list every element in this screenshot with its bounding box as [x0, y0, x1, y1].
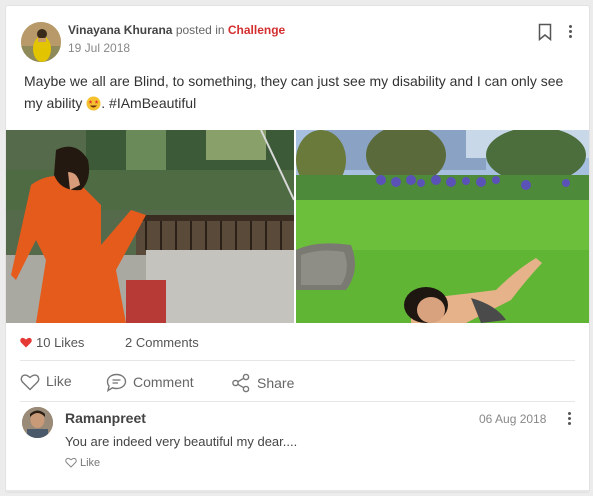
likes-label: 10 Likes: [36, 335, 85, 350]
star-struck-emoji-icon: [86, 95, 101, 111]
comment-button[interactable]: Comment: [106, 373, 194, 392]
comment-icon: [106, 373, 127, 392]
bookmark-icon[interactable]: [538, 23, 552, 42]
comment-label: Comment: [133, 374, 194, 390]
post-actions: Like Comment Share: [6, 364, 589, 402]
comment-like-button[interactable]: Like: [65, 457, 100, 469]
post-header: Vinayana Khurana posted in Challenge 19 …: [6, 6, 589, 68]
posted-in-label: posted in: [175, 23, 225, 37]
share-label: Share: [257, 375, 295, 391]
post-hashtag[interactable]: . #IAmBeautiful: [101, 95, 196, 111]
post-photo-left[interactable]: [6, 130, 294, 323]
share-icon: [232, 373, 250, 393]
channel-link[interactable]: Challenge: [228, 23, 285, 37]
share-button[interactable]: Share: [231, 373, 294, 393]
post-stats: 10 Likes 2 Comments: [6, 323, 589, 361]
commenter-name[interactable]: Ramanpreet: [65, 410, 146, 426]
post-text: Maybe we all are Blind, to something, th…: [24, 70, 579, 114]
like-label: Like: [46, 373, 72, 389]
post-date: 19 Jul 2018: [68, 41, 131, 55]
comment-date: 06 Aug 2018: [479, 412, 547, 426]
author-line: Vinayana Khurana posted in Challenge: [68, 23, 285, 37]
comments-count[interactable]: 2 Comments: [125, 335, 199, 350]
comment-item: Ramanpreet 06 Aug 2018 You are indeed ve…: [6, 402, 589, 482]
author-avatar[interactable]: [21, 22, 61, 62]
card-bottom-border: [6, 490, 589, 492]
comment-text: You are indeed very beautiful my dear...…: [65, 434, 298, 449]
more-vertical-icon[interactable]: [566, 23, 574, 43]
likes-count[interactable]: 10 Likes: [20, 335, 84, 350]
author-name[interactable]: Vinayana Khurana: [68, 23, 172, 37]
like-icon: [65, 457, 77, 468]
more-vertical-icon[interactable]: [565, 410, 573, 430]
like-icon: [20, 374, 40, 391]
like-button[interactable]: Like: [20, 373, 72, 391]
comment-like-label: Like: [80, 457, 101, 469]
post-photo-right[interactable]: [296, 130, 589, 323]
commenter-avatar[interactable]: [22, 407, 53, 438]
heart-icon: [20, 336, 32, 348]
post-card: Vinayana Khurana posted in Challenge 19 …: [5, 5, 590, 493]
divider: [20, 360, 575, 361]
